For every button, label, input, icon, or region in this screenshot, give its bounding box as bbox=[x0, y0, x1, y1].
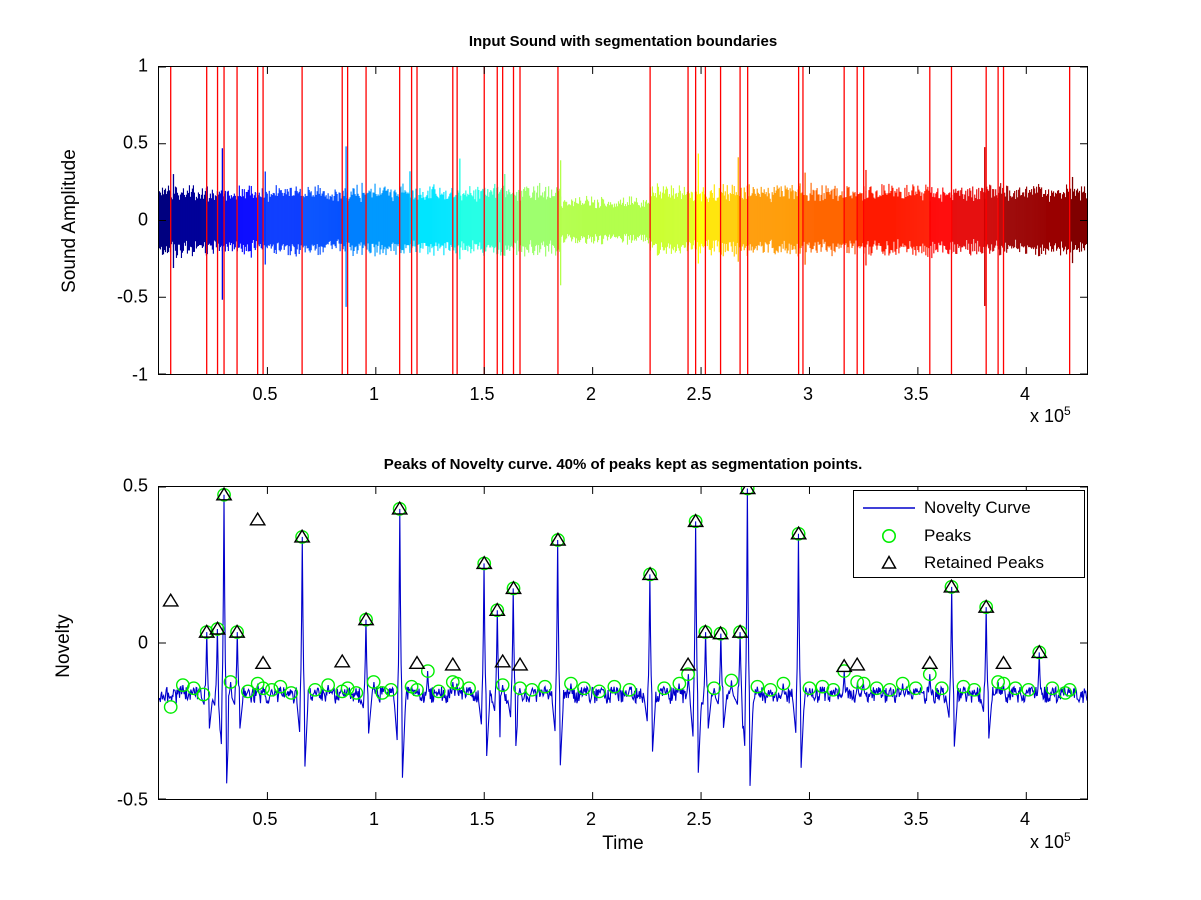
top-xtick-1.5: 1.5 bbox=[469, 384, 495, 404]
legend-label-novelty-curve: Novelty Curve bbox=[924, 497, 1031, 517]
top-xtick-2: 2 bbox=[585, 384, 597, 404]
top-plot-ylabel: Sound Amplitude bbox=[59, 149, 80, 293]
top-plot-canvas bbox=[159, 67, 1087, 374]
triangle-marker-icon bbox=[854, 553, 924, 573]
top-plot-title: Input Sound with segmentation boundaries bbox=[468, 33, 778, 50]
bottom-exp-base: x 10 bbox=[1030, 832, 1065, 852]
bottom-xtick-3: 3 bbox=[802, 809, 814, 829]
legend-item-retained-peaks: Retained Peaks bbox=[854, 548, 1084, 577]
top-exp-power: 5 bbox=[1064, 404, 1071, 418]
bottom-plot-title: Peaks of Novelty curve. 40% of peaks kep… bbox=[383, 456, 863, 473]
legend: Novelty Curve Peaks Retained Peaks bbox=[853, 490, 1085, 578]
bottom-plot-xlabel: Time bbox=[602, 833, 644, 854]
top-xtick-3: 3 bbox=[802, 384, 814, 404]
bottom-axis-exponent: x 105 bbox=[1030, 830, 1071, 853]
top-ytick-1: 1 bbox=[137, 55, 148, 76]
legend-line-icon bbox=[854, 502, 924, 514]
top-xtick-3.5: 3.5 bbox=[903, 384, 929, 404]
bottom-plot-ylabel: Novelty bbox=[53, 614, 74, 678]
top-xtick-2.5: 2.5 bbox=[686, 384, 712, 404]
bottom-ytick-0: 0 bbox=[137, 632, 148, 653]
top-xtick-4: 4 bbox=[1019, 384, 1031, 404]
subplot-input-sound: Input Sound with segmentation boundaries… bbox=[0, 0, 1201, 440]
top-ytick-0.5: 0.5 bbox=[122, 132, 148, 153]
bottom-xtick-1.5: 1.5 bbox=[469, 809, 495, 829]
bottom-exp-power: 5 bbox=[1064, 830, 1071, 844]
top-exp-base: x 10 bbox=[1030, 406, 1065, 426]
bottom-xtick-0.5: 0.5 bbox=[252, 809, 278, 829]
circle-marker-icon bbox=[854, 526, 924, 546]
bottom-xtick-4: 4 bbox=[1019, 809, 1031, 829]
top-xtick-0.5: 0.5 bbox=[252, 384, 278, 404]
bottom-xtick-1: 1 bbox=[368, 809, 380, 829]
top-ytick-neg1: -1 bbox=[131, 364, 148, 385]
legend-label-peaks: Peaks bbox=[924, 525, 972, 545]
top-plot-axes bbox=[158, 66, 1088, 375]
legend-label-retained-peaks: Retained Peaks bbox=[924, 552, 1045, 572]
top-ytick-0: 0 bbox=[137, 209, 148, 230]
bottom-xtick-3.5: 3.5 bbox=[903, 809, 929, 829]
bottom-ytick-0.5: 0.5 bbox=[122, 475, 148, 496]
matlab-figure: Input Sound with segmentation boundaries… bbox=[0, 0, 1201, 900]
legend-item-peaks: Peaks bbox=[854, 521, 1084, 550]
bottom-xtick-2.5: 2.5 bbox=[686, 809, 712, 829]
top-ytick-neg0.5: -0.5 bbox=[116, 286, 148, 307]
top-xtick-1: 1 bbox=[368, 384, 380, 404]
bottom-ytick-neg0.5: -0.5 bbox=[116, 789, 148, 810]
bottom-xtick-2: 2 bbox=[585, 809, 597, 829]
legend-item-novelty-curve: Novelty Curve bbox=[854, 493, 1084, 522]
top-axis-exponent: x 105 bbox=[1030, 404, 1071, 427]
subplot-novelty-curve: Peaks of Novelty curve. 40% of peaks kep… bbox=[0, 440, 1201, 900]
